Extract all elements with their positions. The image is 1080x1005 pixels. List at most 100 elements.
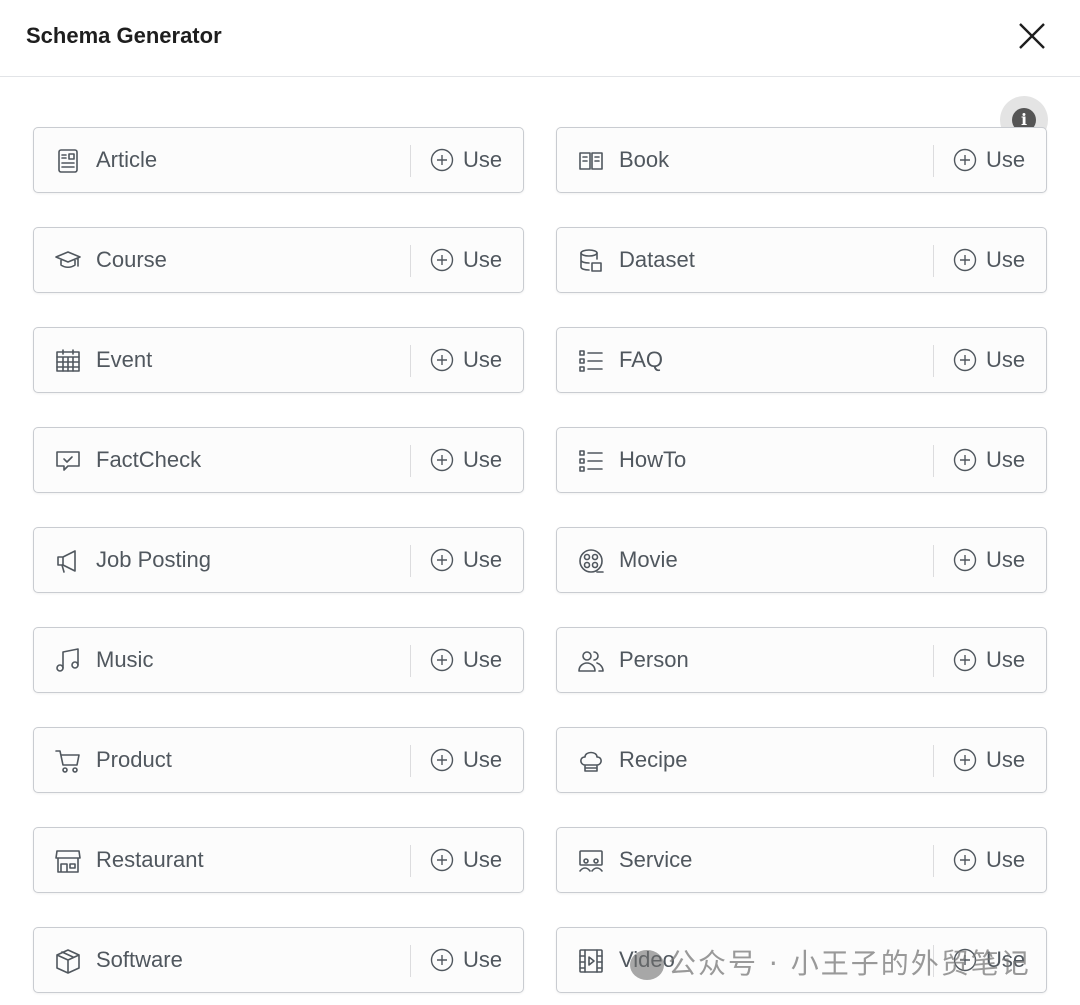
event-icon bbox=[56, 349, 80, 372]
schema-card-software: Software Use bbox=[33, 927, 524, 993]
use-button-restaurant[interactable]: Use bbox=[430, 828, 502, 892]
article-icon bbox=[58, 149, 78, 173]
divider bbox=[933, 545, 934, 577]
schema-card-event: Event Use bbox=[33, 327, 524, 393]
use-label: Use bbox=[986, 447, 1026, 472]
schema-card-job-posting: Job Posting Use bbox=[33, 527, 524, 593]
use-button-movie[interactable]: Use bbox=[953, 528, 1025, 592]
book-icon bbox=[579, 152, 603, 170]
divider bbox=[410, 145, 411, 177]
use-button-book[interactable]: Use bbox=[953, 128, 1025, 192]
divider bbox=[933, 245, 934, 277]
plus-circle-icon bbox=[430, 448, 454, 472]
schema-name: Book bbox=[619, 147, 670, 172]
schema-name: Movie bbox=[619, 547, 678, 572]
schema-name: Job Posting bbox=[96, 547, 211, 572]
plus-circle-icon bbox=[430, 948, 454, 972]
use-button-product[interactable]: Use bbox=[430, 728, 502, 792]
use-button-event[interactable]: Use bbox=[430, 328, 502, 392]
schema-card-article: Article Use bbox=[33, 127, 524, 193]
use-label: Use bbox=[463, 847, 503, 872]
use-label: Use bbox=[463, 947, 503, 972]
course-icon bbox=[55, 251, 81, 269]
plus-circle-icon bbox=[953, 448, 977, 472]
use-button-faq[interactable]: Use bbox=[953, 328, 1025, 392]
divider bbox=[410, 445, 411, 477]
use-button-video[interactable]: Use bbox=[953, 928, 1025, 992]
use-button-factcheck[interactable]: Use bbox=[430, 428, 502, 492]
use-button-recipe[interactable]: Use bbox=[953, 728, 1025, 792]
use-label: Use bbox=[463, 347, 503, 372]
plus-circle-icon bbox=[430, 348, 454, 372]
use-button-dataset[interactable]: Use bbox=[953, 228, 1025, 292]
use-label: Use bbox=[986, 647, 1026, 672]
use-button-job-posting[interactable]: Use bbox=[430, 528, 502, 592]
schema-name: Event bbox=[96, 347, 153, 372]
divider bbox=[933, 345, 934, 377]
divider bbox=[933, 845, 934, 877]
schema-card-faq: FAQ Use bbox=[556, 327, 1047, 393]
use-button-software[interactable]: Use bbox=[430, 928, 502, 992]
divider bbox=[410, 245, 411, 277]
schema-card-video: Video Use bbox=[556, 927, 1047, 993]
use-label: Use bbox=[986, 847, 1026, 872]
plus-circle-icon bbox=[953, 648, 977, 672]
use-button-course[interactable]: Use bbox=[430, 228, 502, 292]
use-label: Use bbox=[463, 647, 503, 672]
use-label: Use bbox=[986, 147, 1026, 172]
schema-name: HowTo bbox=[619, 447, 687, 472]
use-button-howto[interactable]: Use bbox=[953, 428, 1025, 492]
plus-circle-icon bbox=[430, 248, 454, 272]
divider bbox=[933, 945, 934, 977]
modal-header: Schema Generator bbox=[0, 0, 1080, 77]
plus-circle-icon bbox=[430, 148, 454, 172]
divider bbox=[410, 945, 411, 977]
cart-icon bbox=[55, 750, 80, 773]
schema-card-movie: Movie Use bbox=[556, 527, 1047, 593]
schema-card-factcheck: FactCheck Use bbox=[33, 427, 524, 493]
plus-circle-icon bbox=[430, 748, 454, 772]
use-label: Use bbox=[986, 247, 1026, 272]
schema-name: Video bbox=[619, 947, 675, 972]
schema-name: Product bbox=[96, 747, 172, 772]
schema-name: Service bbox=[619, 847, 693, 872]
schema-name: Music bbox=[96, 647, 154, 672]
movie-icon bbox=[579, 549, 604, 573]
schema-name: FactCheck bbox=[96, 447, 202, 472]
list-icon bbox=[579, 350, 603, 372]
person-icon bbox=[578, 651, 604, 672]
divider bbox=[933, 445, 934, 477]
plus-circle-icon bbox=[953, 248, 977, 272]
schema-name: Person bbox=[619, 647, 689, 672]
schema-name: Recipe bbox=[619, 747, 688, 772]
use-label: Use bbox=[986, 747, 1026, 772]
schema-card-music: Music Use bbox=[33, 627, 524, 693]
video-icon bbox=[579, 949, 603, 973]
store-icon bbox=[55, 850, 81, 873]
close-icon[interactable] bbox=[1016, 20, 1048, 52]
divider bbox=[410, 545, 411, 577]
use-button-service[interactable]: Use bbox=[953, 828, 1025, 892]
use-label: Use bbox=[463, 147, 503, 172]
chef-hat-icon bbox=[580, 751, 602, 772]
schema-name: Article bbox=[96, 147, 158, 172]
use-button-music[interactable]: Use bbox=[430, 628, 502, 692]
plus-circle-icon bbox=[430, 648, 454, 672]
use-label: Use bbox=[986, 547, 1026, 572]
use-button-person[interactable]: Use bbox=[953, 628, 1025, 692]
divider bbox=[933, 745, 934, 777]
use-label: Use bbox=[463, 447, 503, 472]
divider bbox=[933, 145, 934, 177]
use-label: Use bbox=[463, 547, 503, 572]
box-icon bbox=[56, 949, 80, 974]
schema-name: Dataset bbox=[619, 247, 695, 272]
plus-circle-icon bbox=[953, 148, 977, 172]
schema-card-howto: HowTo Use bbox=[556, 427, 1047, 493]
schema-card-restaurant: Restaurant Use bbox=[33, 827, 524, 893]
music-icon bbox=[56, 648, 79, 672]
use-button-article[interactable]: Use bbox=[430, 128, 502, 192]
dataset-icon bbox=[580, 249, 602, 272]
plus-circle-icon bbox=[953, 948, 977, 972]
divider bbox=[410, 645, 411, 677]
plus-circle-icon bbox=[953, 848, 977, 872]
